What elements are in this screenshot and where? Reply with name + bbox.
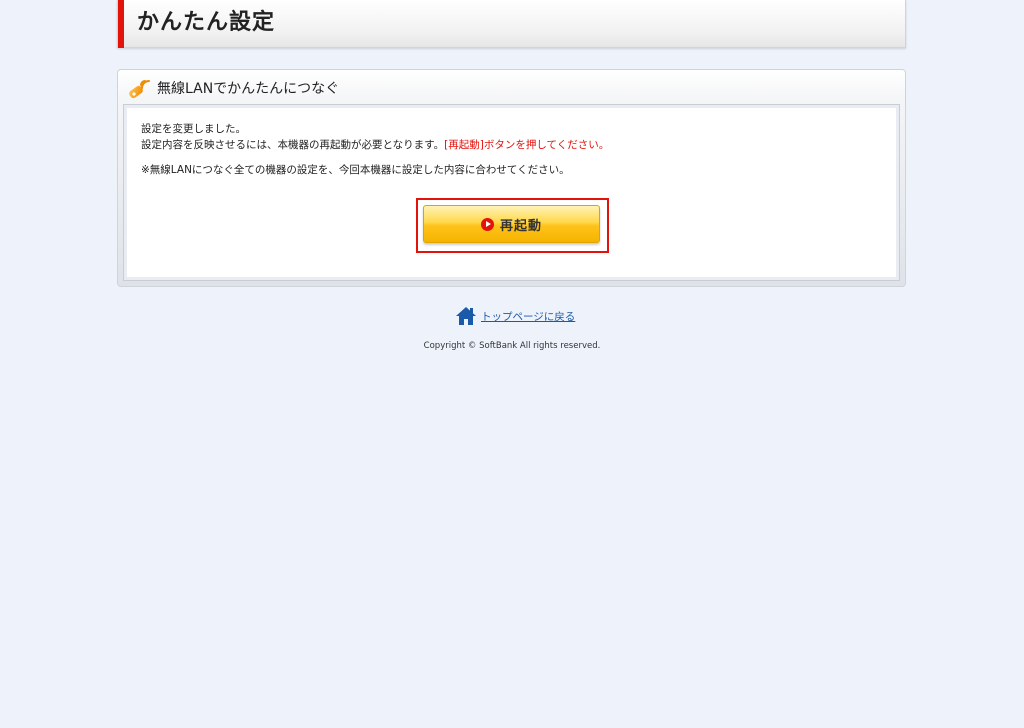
copyright: Copyright © SoftBank All rights reserved… <box>423 341 601 351</box>
page-title: かんたん設定 <box>137 10 276 35</box>
restart-button[interactable]: 再起動 <box>423 205 600 243</box>
home-icon[interactable] <box>455 306 477 326</box>
top-page-link[interactable]: トップページに戻る <box>481 309 575 324</box>
restart-button-highlight: 再起動 <box>416 198 609 253</box>
panel-content: 設定を変更しました。 設定内容を反映させるには、本機器の再起動が必要となります。… <box>123 104 900 281</box>
header-accent-bar <box>118 0 124 48</box>
restart-button-label: 再起動 <box>499 218 542 234</box>
message-line-2-text: 設定内容を反映させるには、本機器の再起動が必要となります。 <box>141 139 445 151</box>
page-header: かんたん設定 <box>117 0 906 48</box>
message-line-1: 設定を変更しました。 <box>141 123 246 135</box>
panel-header: 無線LANでかんたんにつなぐ <box>126 76 339 102</box>
back-to-top: トップページに戻る <box>455 306 575 326</box>
message-line-3: ※無線LANにつなぐ全ての機器の設定を、今回本機器に設定した内容に合わせてくださ… <box>141 164 570 176</box>
play-icon <box>480 217 494 231</box>
page: かんたん設定 無線LANでかんたんにつなぐ 設定を変更しました。 設定内容を反映… <box>0 0 1024 728</box>
wireless-lan-panel: 無線LANでかんたんにつなぐ 設定を変更しました。 設定内容を反映させるには、本… <box>117 69 906 287</box>
message-line-2-instruction: [再起動]ボタンを押してください。 <box>444 139 610 151</box>
message-line-2: 設定内容を反映させるには、本機器の再起動が必要となります。[再起動]ボタンを押し… <box>141 138 609 152</box>
wifi-antenna-icon <box>129 80 150 99</box>
panel-heading: 無線LANでかんたんにつなぐ <box>157 81 340 97</box>
